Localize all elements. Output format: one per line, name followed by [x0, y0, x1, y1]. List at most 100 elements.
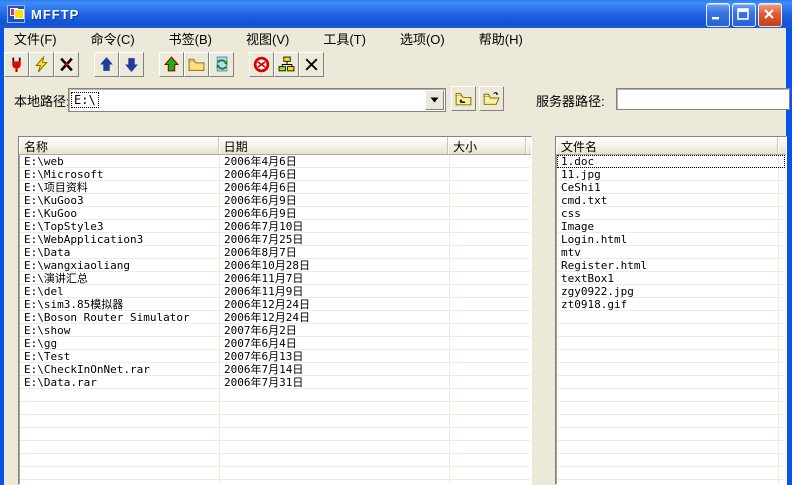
browse-folder-button[interactable] [479, 86, 504, 111]
list-cell [779, 233, 785, 246]
list-cell [450, 207, 530, 220]
connect-button[interactable] [4, 52, 29, 77]
site-manager-button[interactable] [274, 52, 299, 77]
list-cell [450, 376, 530, 389]
remote-file-row[interactable]: Image [557, 220, 785, 233]
column-header-0[interactable]: 文件名 [556, 137, 778, 154]
list-cell [557, 376, 779, 389]
remote-file-row[interactable]: mtv [557, 246, 785, 259]
list-cell [450, 324, 530, 337]
empty-row [557, 454, 785, 467]
upload-button[interactable] [94, 52, 119, 77]
refresh-icon [213, 56, 230, 73]
remote-file-row[interactable]: zgy0922.jpg [557, 285, 785, 298]
list-cell: E:\web [20, 155, 220, 168]
local-file-row[interactable]: E:\Data 2006年8月7日 [20, 246, 530, 259]
minimize-button[interactable] [706, 3, 730, 27]
local-file-row[interactable]: E:\WebApplication3 2006年7月25日 [20, 233, 530, 246]
list-cell: E:\del [20, 285, 220, 298]
column-header-filler [526, 137, 531, 154]
local-file-row[interactable]: E:\gg 2007年6月4日 [20, 337, 530, 350]
menu-item-3[interactable]: 视图(V) [236, 27, 299, 50]
list-cell: zt0918.gif [557, 298, 779, 311]
local-file-row[interactable]: E:\Test 2007年6月13日 [20, 350, 530, 363]
local-file-row[interactable]: E:\CheckInOnNet.rar 2006年7月14日 [20, 363, 530, 376]
list-cell: Login.html [557, 233, 779, 246]
folder-up-button[interactable] [451, 86, 476, 111]
delete-button[interactable] [299, 52, 324, 77]
refresh-button[interactable] [209, 52, 234, 77]
list-cell: 2006年12月24日 [220, 298, 450, 311]
remote-file-row[interactable]: css [557, 207, 785, 220]
remote-file-row[interactable]: cmd.txt [557, 194, 785, 207]
local-file-row[interactable]: E:\web 2006年4月6日 [20, 155, 530, 168]
list-cell [20, 480, 220, 484]
local-file-row[interactable]: E:\show 2007年6月2日 [20, 324, 530, 337]
empty-row [557, 337, 785, 350]
menu-item-4[interactable]: 工具(T) [313, 27, 376, 50]
list-cell: 2006年4月6日 [220, 181, 450, 194]
folder-icon [188, 56, 205, 73]
local-file-row[interactable]: E:\Data.rar 2006年7月31日 [20, 376, 530, 389]
menu-item-1[interactable]: 命令(C) [81, 27, 145, 50]
list-cell [779, 259, 785, 272]
column-header-1[interactable]: 日期 [218, 137, 449, 154]
list-cell: 2006年10月28日 [220, 259, 450, 272]
quick-connect-button[interactable] [29, 52, 54, 77]
column-header-2[interactable]: 大小 [448, 137, 527, 154]
local-file-row[interactable]: E:\项目资料 2006年4月6日 [20, 181, 530, 194]
remote-file-row[interactable]: 11.jpg [557, 168, 785, 181]
list-cell [20, 402, 220, 415]
remote-file-row[interactable]: textBox1 [557, 272, 785, 285]
server-path-input[interactable] [616, 88, 790, 110]
menu-item-6[interactable]: 帮助(H) [469, 27, 533, 50]
column-header-0[interactable]: 名称 [19, 137, 219, 154]
download-button[interactable] [119, 52, 144, 77]
list-cell [450, 246, 530, 259]
local-file-row[interactable]: E:\del 2006年11月9日 [20, 285, 530, 298]
list-cell [557, 454, 779, 467]
open-folder-button[interactable] [184, 52, 209, 77]
empty-row [20, 480, 530, 484]
local-file-row[interactable]: E:\Boson Router Simulator 2006年12月24日 [20, 311, 530, 324]
list-cell [450, 181, 530, 194]
local-file-row[interactable]: E:\Microsoft 2006年4月6日 [20, 168, 530, 181]
disconnect-button[interactable] [54, 52, 79, 77]
list-cell: css [557, 207, 779, 220]
list-cell: E:\Data [20, 246, 220, 259]
list-cell [557, 441, 779, 454]
remote-file-row[interactable]: CeShi1 [557, 181, 785, 194]
local-file-row[interactable]: E:\wangxiaoliang 2006年10月28日 [20, 259, 530, 272]
local-path-dropdown-button[interactable] [425, 90, 444, 110]
list-cell [779, 181, 785, 194]
empty-row [20, 402, 530, 415]
menu-item-5[interactable]: 选项(O) [390, 27, 455, 50]
menu-item-2[interactable]: 书签(B) [159, 27, 222, 50]
local-file-row[interactable]: E:\KuGoo 2006年6月9日 [20, 207, 530, 220]
maximize-button[interactable] [732, 3, 756, 27]
list-cell [450, 285, 530, 298]
empty-row [557, 441, 785, 454]
local-file-row[interactable]: E:\演讲汇总 2006年11月7日 [20, 272, 530, 285]
empty-row [557, 428, 785, 441]
list-cell [220, 467, 450, 480]
remote-file-row[interactable]: 1.doc [557, 155, 785, 168]
remote-file-row[interactable]: Register.html [557, 259, 785, 272]
list-cell: 11.jpg [557, 168, 779, 181]
local-file-row[interactable]: E:\KuGoo3 2006年6月9日 [20, 194, 530, 207]
abort-button[interactable] [249, 52, 274, 77]
list-cell: 2006年6月9日 [220, 207, 450, 220]
empty-row [557, 350, 785, 363]
remote-list-body: 1.doc 11.jpg CeShi1 cmd.txt css Image Login.ht… [557, 155, 785, 484]
menu-item-0[interactable]: 文件(F) [4, 27, 67, 50]
list-cell [779, 389, 785, 402]
empty-row [20, 441, 530, 454]
remote-file-row[interactable]: Login.html [557, 233, 785, 246]
local-file-row[interactable]: E:\TopStyle3 2006年7月10日 [20, 220, 530, 233]
parent-directory-button[interactable] [159, 52, 184, 77]
local-file-row[interactable]: E:\sim3.85模拟器 2006年12月24日 [20, 298, 530, 311]
close-button[interactable] [758, 3, 782, 27]
open-folder-icon [483, 92, 500, 105]
local-path-combobox[interactable]: E:\ [68, 88, 446, 112]
remote-file-row[interactable]: zt0918.gif [557, 298, 785, 311]
